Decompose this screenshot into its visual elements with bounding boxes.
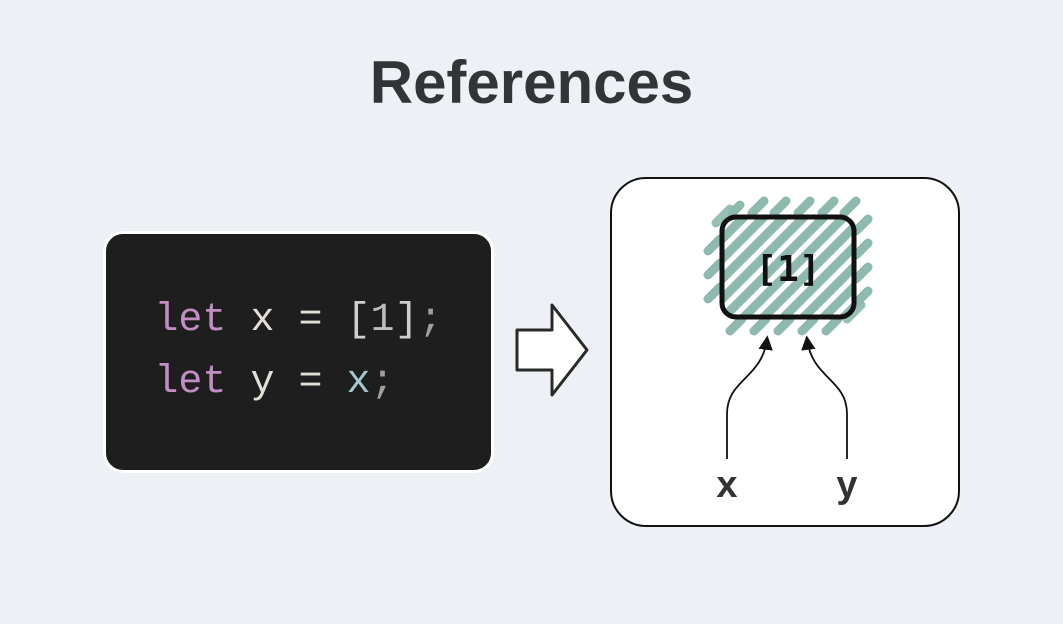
slide: References let x = [1]; let y = x;: [0, 0, 1063, 624]
code-keyword: let: [154, 298, 226, 343]
code-keyword: let: [154, 360, 226, 405]
code-identifier-ref: x: [347, 360, 371, 405]
code-operator: =: [298, 298, 322, 343]
code-block: let x = [1]; let y = x;: [103, 231, 493, 473]
memory-diagram: [1] x y: [610, 177, 960, 527]
code-identifier: y: [250, 360, 274, 405]
code-number: 1: [371, 298, 395, 343]
variable-x-label: x: [716, 464, 737, 506]
slide-title: References: [370, 48, 694, 117]
code-punct: ;: [371, 360, 395, 405]
code-identifier: x: [250, 298, 274, 343]
arrow-icon: [512, 295, 592, 410]
object-label: [1]: [755, 249, 820, 290]
variable-y-label: y: [836, 464, 857, 506]
code-punct: ;: [419, 298, 443, 343]
content-row: let x = [1]; let y = x;: [103, 177, 959, 527]
code-operator: =: [298, 360, 322, 405]
code-bracket: ]: [395, 298, 419, 343]
code-bracket: [: [347, 298, 371, 343]
